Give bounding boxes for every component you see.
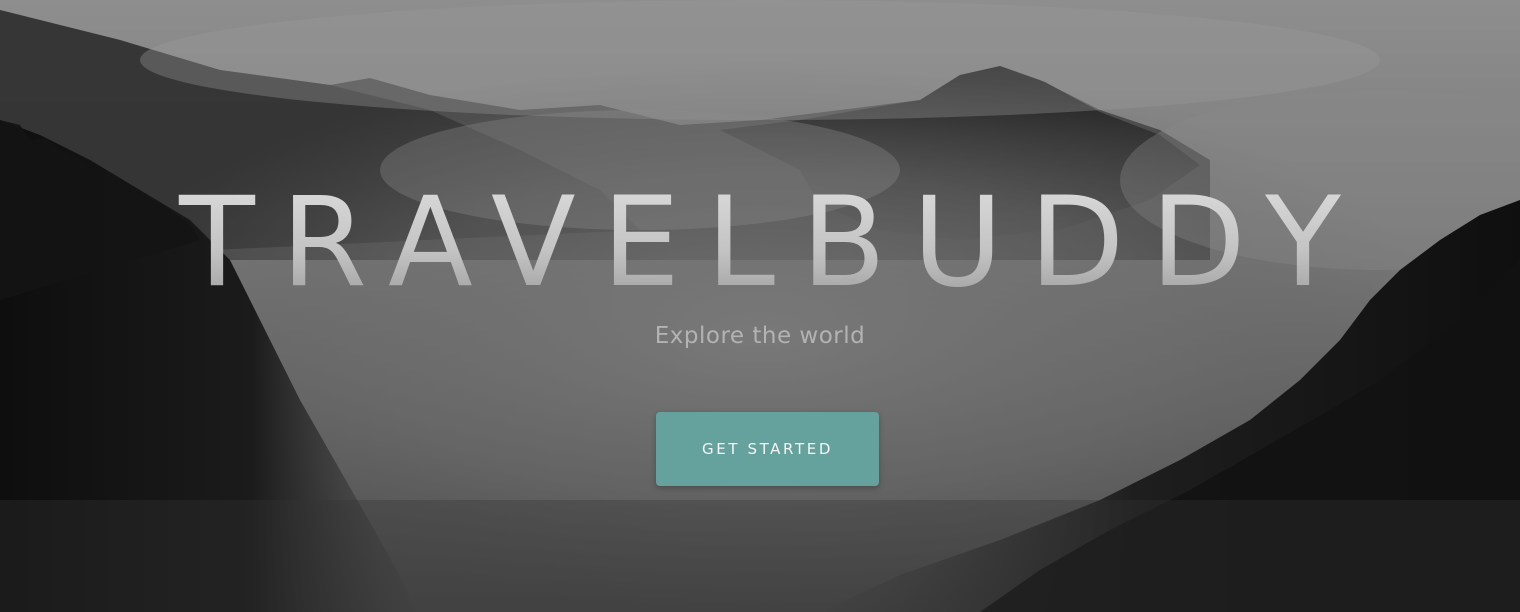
tagline: Explore the world bbox=[654, 323, 866, 349]
hero-content: TRAVELBUDDY Explore the world GET STARTE… bbox=[0, 0, 1520, 612]
hero-section: TRAVELBUDDY Explore the world GET STARTE… bbox=[0, 0, 1520, 612]
brand-title: TRAVELBUDDY bbox=[0, 178, 1520, 308]
get-started-button[interactable]: GET STARTED bbox=[656, 412, 879, 486]
